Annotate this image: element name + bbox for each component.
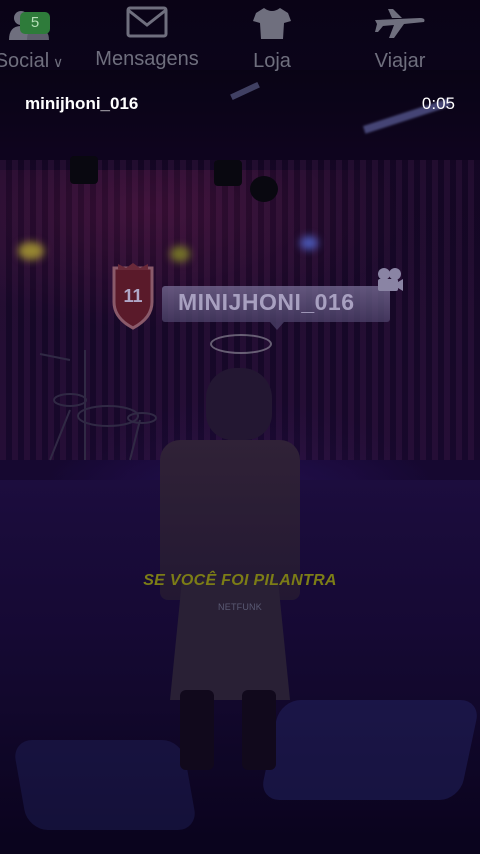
notification-badge: 5	[20, 12, 50, 34]
player-level: 11	[123, 286, 143, 306]
nav-viajar[interactable]: Viajar	[362, 6, 438, 73]
player-name: MINIJHONI_016	[178, 289, 355, 315]
envelope-icon	[126, 6, 168, 38]
chevron-down-icon: ∨	[49, 54, 64, 70]
uploader-username[interactable]: minijhoni_016	[25, 94, 138, 114]
nametag-pointer	[270, 322, 284, 330]
camera-icon[interactable]	[374, 266, 404, 294]
song-credit-caption: NETFUNK	[218, 602, 262, 612]
player-nametag: 11 MINIJHONI_016	[106, 262, 406, 342]
nav-viajar-label: Viajar	[374, 50, 426, 72]
nav-loja[interactable]: Loja	[242, 6, 302, 73]
video-dim-overlay	[0, 0, 480, 854]
airplane-icon	[375, 9, 425, 38]
game-top-nav: Social ∨ 5 Mensagens Loja Viajar	[0, 0, 480, 84]
video-timestamp: 0:05	[421, 94, 455, 113]
tshirt-icon	[253, 8, 291, 39]
nav-social[interactable]: Social ∨ 5	[0, 6, 64, 73]
song-lyric-caption: SE VOCÊ FOI PILANTRA	[143, 572, 337, 589]
nav-mensagens-label: Mensagens	[95, 48, 199, 70]
nav-social-label: Social	[0, 50, 50, 72]
nav-loja-label: Loja	[253, 50, 291, 72]
nav-mensagens[interactable]: Mensagens	[92, 6, 202, 71]
game-scene-background	[0, 0, 480, 854]
